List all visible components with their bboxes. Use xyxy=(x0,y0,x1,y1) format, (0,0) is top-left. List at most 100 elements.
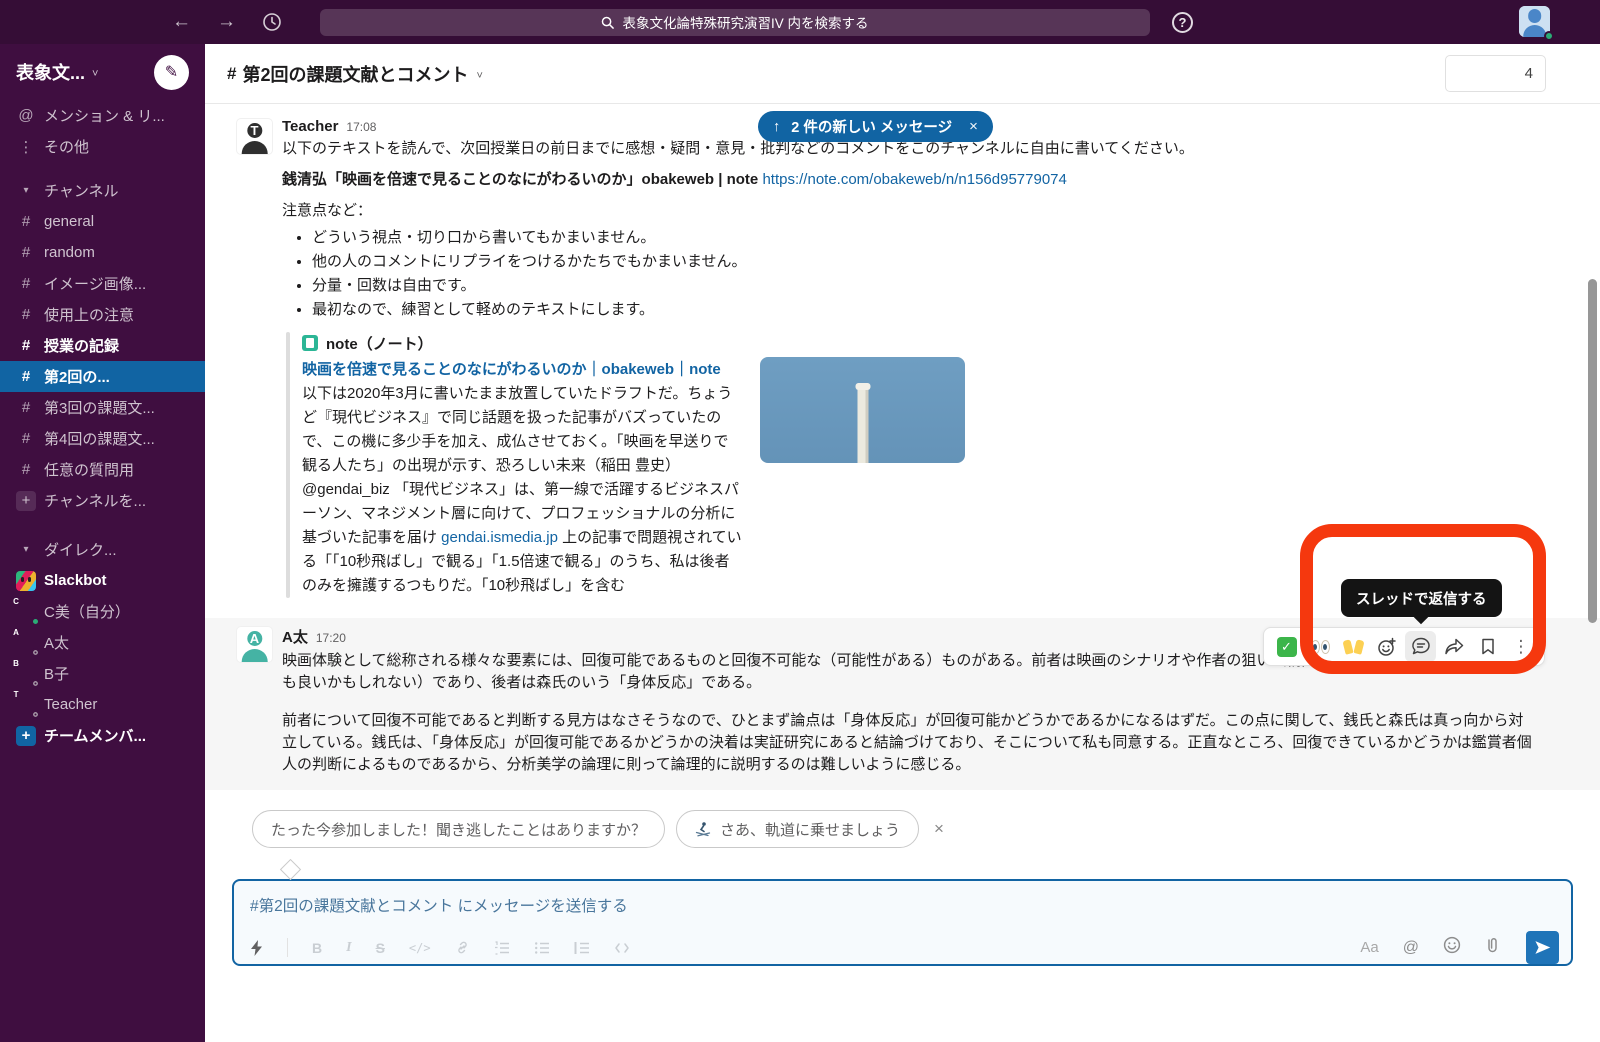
reply-in-thread-button[interactable] xyxy=(1405,631,1436,662)
sender-name[interactable]: Teacher xyxy=(282,118,338,135)
new-messages-banner[interactable]: ↑ 2 件の新しい メッセージ × xyxy=(758,111,993,142)
new-messages-label: 2 件の新しい メッセージ xyxy=(791,116,952,137)
main-pane: # 第2回の課題文献とコメント ˅ A T C 4 T Teacher xyxy=(205,44,1600,1042)
sidebar-channel-random[interactable]: # random xyxy=(0,237,205,268)
avatar-letter: T xyxy=(247,123,262,138)
link-icon xyxy=(455,940,470,955)
attachment-title-link[interactable]: 映画を倍速で見ることのなにがわるいのか｜obakeweb｜note xyxy=(302,357,742,382)
chip-label: さあ、軌道に乗せましょう xyxy=(720,819,900,840)
skier-icon xyxy=(695,821,711,837)
mention-button[interactable]: @ xyxy=(1403,939,1419,957)
avatar[interactable]: A xyxy=(236,626,273,663)
code-block-button[interactable] xyxy=(614,941,630,955)
sidebar-dm-b[interactable]: B B子 xyxy=(0,658,205,689)
save-bookmark-button[interactable] xyxy=(1472,631,1503,662)
reference-url-link[interactable]: https://note.com/obakeweb/n/n156d9577907… xyxy=(762,171,1066,188)
timestamp[interactable]: 17:20 xyxy=(316,631,346,645)
raised-hands-emoji xyxy=(1344,640,1363,654)
help-button[interactable]: ? xyxy=(1172,12,1193,33)
suggestion-chip-on-track[interactable]: さあ、軌道に乗せましょう xyxy=(676,810,919,848)
sender-name[interactable]: A太 xyxy=(282,626,308,647)
avatar: C xyxy=(16,602,36,622)
attachment-description: 以下は2020年3月に書いたまま放置していたドラフトだ。ちょうど『現代ビジネス』… xyxy=(302,382,742,598)
sidebar-item-mentions[interactable]: @ メンション & リ... xyxy=(0,100,205,131)
section-label: チャンネル xyxy=(44,180,119,201)
workspace-switcher[interactable]: 表象文... ˅ ✎ xyxy=(0,44,205,100)
sidebar-dm-teacher[interactable]: T Teacher xyxy=(0,689,205,720)
timestamp[interactable]: 17:08 xyxy=(346,120,376,134)
sidebar-dm-a[interactable]: A A太 xyxy=(0,627,205,658)
add-reaction-button[interactable] xyxy=(1372,631,1403,662)
search-input[interactable]: 表象文化論特殊研究演習IV 内を検索する xyxy=(320,9,1150,36)
history-back-button[interactable]: ← xyxy=(172,11,191,33)
inline-link[interactable]: gendai.ismedia.jp xyxy=(441,529,558,546)
sidebar-channel-session3[interactable]: # 第3回の課題文... xyxy=(0,392,205,423)
user-avatar[interactable] xyxy=(1519,6,1550,37)
channels-section-header[interactable]: ▾ チャンネル xyxy=(0,175,205,206)
react-eyes-button[interactable] xyxy=(1305,631,1336,662)
channel-title[interactable]: 第2回の課題文献とコメント xyxy=(242,61,468,87)
shortcuts-button[interactable] xyxy=(250,940,263,956)
sidebar-dm-self[interactable]: C C美（自分） xyxy=(0,596,205,627)
invite-label: チームメンバ... xyxy=(44,725,146,746)
channel-label: 授業の記録 xyxy=(44,335,119,356)
link-button[interactable] xyxy=(455,940,470,955)
sidebar-channel-questions[interactable]: # 任意の質問用 xyxy=(0,454,205,485)
sidebar-channel-session2-selected[interactable]: # 第2回の... xyxy=(0,361,205,392)
add-channel-button[interactable]: + チャンネルを... xyxy=(0,485,205,516)
emoji-button[interactable] xyxy=(1443,936,1461,959)
presence-offline-dot xyxy=(31,679,40,688)
bullet-list-icon xyxy=(534,941,550,955)
hash-icon: # xyxy=(16,368,36,385)
text-format-toggle[interactable]: Aa xyxy=(1360,939,1378,956)
message-teacher[interactable]: T Teacher 17:08 以下のテキストを読んで、次回授業日の前日までに感… xyxy=(205,112,1600,604)
sidebar-channel-session4[interactable]: # 第4回の課題文... xyxy=(0,423,205,454)
strikethrough-button[interactable]: S xyxy=(376,940,385,956)
code-button[interactable]: </> xyxy=(409,941,431,955)
link-preview-card[interactable]: note（ノート） 映画を倍速で見ることのなにがわるいのか｜obakeweb｜n… xyxy=(286,332,1534,598)
bold-button[interactable]: B xyxy=(312,940,322,956)
suggestion-chip-joined[interactable]: たった今参加しました！聞き逃したことはありますか？ xyxy=(252,810,665,848)
presence-offline-dot xyxy=(31,710,40,719)
send-button[interactable] xyxy=(1526,931,1559,964)
arrow-up-icon: ↑ xyxy=(773,119,780,135)
chip-label: たった今参加しました！聞き逃したことはありますか？ xyxy=(271,819,646,840)
avatar[interactable]: T xyxy=(236,118,273,155)
dismiss-banner-button[interactable]: × xyxy=(969,118,978,135)
sidebar-dm-slackbot[interactable]: Slackbot xyxy=(0,565,205,596)
dots-icon: ⋮ xyxy=(16,138,36,156)
history-forward-button[interactable]: → xyxy=(217,11,236,33)
sidebar-channel-usage-notes[interactable]: # 使用上の注意 xyxy=(0,299,205,330)
dismiss-chips-button[interactable]: × xyxy=(934,819,944,839)
attach-file-button[interactable] xyxy=(1485,936,1500,959)
share-message-button[interactable] xyxy=(1439,631,1470,662)
format-buttons: B I S </> xyxy=(250,938,630,957)
compose-button[interactable]: ✎ xyxy=(154,55,189,90)
member-count-widget[interactable]: A T C 4 xyxy=(1445,55,1546,92)
invite-members-button[interactable]: + チームメンバ... xyxy=(0,720,205,751)
dm-section-header[interactable]: ▾ ダイレク... xyxy=(0,534,205,565)
attachment-text: 映画を倍速で見ることのなにがわるいのか｜obakeweb｜note 以下は202… xyxy=(302,357,742,598)
message-composer[interactable]: #第2回の課題文献とコメント にメッセージを送信する B I S </> xyxy=(232,879,1573,966)
message-input[interactable]: #第2回の課題文献とコメント にメッセージを送信する xyxy=(234,881,1571,916)
note-service-icon xyxy=(302,335,318,351)
bullet-list-button[interactable] xyxy=(534,941,550,955)
sidebar-channel-general[interactable]: # general xyxy=(0,206,205,237)
ordered-list-button[interactable] xyxy=(494,941,510,955)
more-actions-button[interactable]: ⋮ xyxy=(1506,631,1537,662)
react-raised-hands-button[interactable] xyxy=(1338,631,1369,662)
bullet-item: 分量・回数は自由です。 xyxy=(312,274,1534,298)
vertical-scrollbar-thumb[interactable] xyxy=(1588,279,1597,623)
search-icon xyxy=(601,16,614,29)
sidebar-channel-image[interactable]: # イメージ画像... xyxy=(0,268,205,299)
attachment-thumbnail-image[interactable] xyxy=(760,357,965,463)
hash-icon: # xyxy=(227,64,236,84)
italic-button[interactable]: I xyxy=(346,940,351,956)
search-placeholder: 表象文化論特殊研究演習IV 内を検索する xyxy=(622,12,868,32)
sidebar-channel-class-records[interactable]: # 授業の記録 xyxy=(0,330,205,361)
blockquote-button[interactable] xyxy=(574,941,590,955)
react-check-button[interactable]: ✓ xyxy=(1271,631,1302,662)
history-clock-button[interactable] xyxy=(262,12,282,32)
channel-label: random xyxy=(44,244,95,261)
sidebar-item-more[interactable]: ⋮ その他 xyxy=(0,131,205,162)
